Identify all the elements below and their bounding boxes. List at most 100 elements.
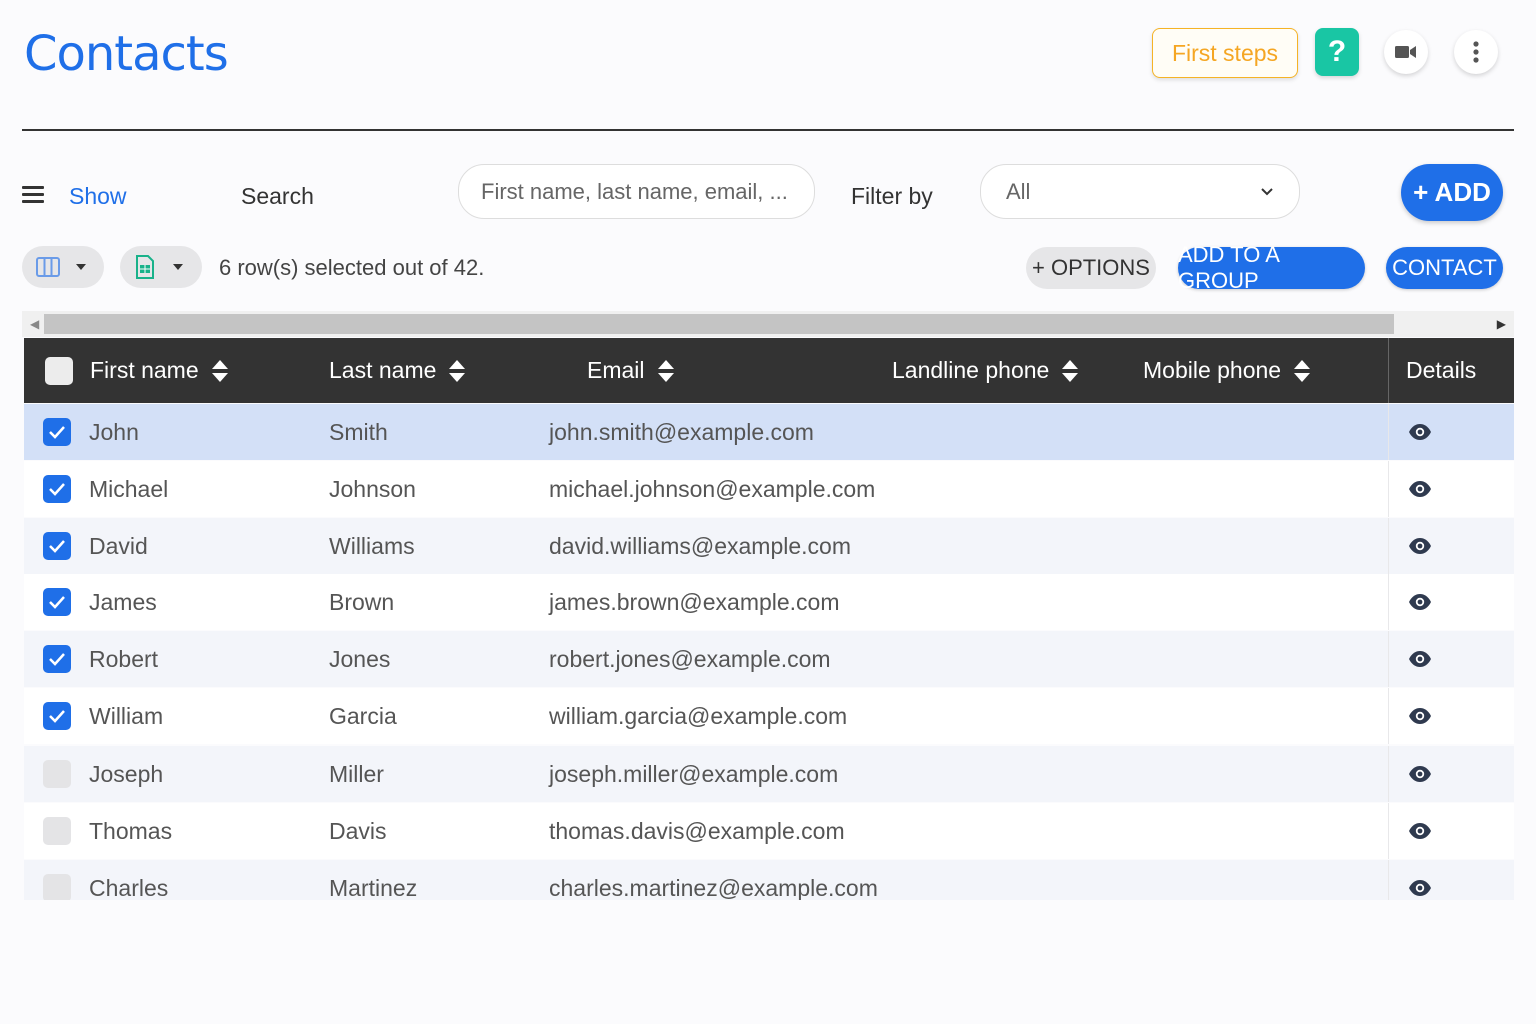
table-row[interactable]: Charles Martinez charles.martinez@example.… <box>24 860 1514 900</box>
row-checkbox[interactable] <box>43 418 71 446</box>
chevron-down-icon <box>1261 187 1273 195</box>
select-all-checkbox[interactable] <box>45 357 73 385</box>
menu-icon[interactable] <box>22 186 44 206</box>
check-icon <box>49 710 65 723</box>
table-row[interactable]: James Brown james.brown@example.com <box>24 574 1514 630</box>
help-button[interactable]: ? <box>1315 28 1359 76</box>
column-label: Email <box>587 357 645 383</box>
header-divider <box>22 129 1514 131</box>
table-row[interactable]: Robert Jones robert.jones@example.com <box>24 631 1514 687</box>
column-label: Mobile phone <box>1143 357 1282 383</box>
columns-icon <box>36 257 60 277</box>
video-camera-icon <box>1395 46 1416 58</box>
sort-icon <box>1062 359 1079 382</box>
cell-first-name: John <box>89 418 139 445</box>
row-checkbox[interactable] <box>43 645 71 673</box>
scrollbar-thumb[interactable] <box>44 314 1394 334</box>
caret-down-icon <box>173 264 183 270</box>
eye-icon[interactable] <box>1408 420 1432 444</box>
scroll-left-icon[interactable]: ◀ <box>30 317 39 331</box>
eye-icon[interactable] <box>1408 876 1432 900</box>
check-icon <box>49 540 65 553</box>
check-icon <box>49 426 65 439</box>
table-row[interactable]: David Williams david.williams@example.com <box>24 518 1514 574</box>
check-icon <box>49 596 65 609</box>
column-divider <box>1388 574 1389 630</box>
cell-last-name: Johnson <box>329 475 416 502</box>
more-vertical-icon <box>1473 41 1479 63</box>
cell-email: james.brown@example.com <box>549 588 840 615</box>
column-divider <box>1388 860 1389 900</box>
check-icon <box>49 653 65 666</box>
eye-icon[interactable] <box>1408 590 1432 614</box>
column-header-email[interactable]: Email <box>587 338 675 403</box>
search-label: Search <box>241 183 314 209</box>
column-divider <box>1388 803 1389 859</box>
column-divider <box>1388 404 1389 460</box>
row-checkbox[interactable] <box>43 475 71 503</box>
cell-first-name: David <box>89 532 148 559</box>
column-label: Last name <box>329 357 437 383</box>
cell-email: joseph.miller@example.com <box>549 760 839 787</box>
filter-select[interactable]: All <box>980 164 1300 219</box>
cell-first-name: Robert <box>89 645 159 672</box>
eye-icon[interactable] <box>1408 477 1432 501</box>
eye-icon[interactable] <box>1408 647 1432 671</box>
check-icon <box>49 483 65 496</box>
scroll-right-icon[interactable]: ▶ <box>1497 317 1506 331</box>
first-steps-button[interactable]: First steps <box>1152 28 1298 78</box>
column-divider <box>1388 338 1389 403</box>
row-checkbox[interactable] <box>43 588 71 616</box>
table-row[interactable]: John Smith john.smith@example.com <box>24 404 1514 460</box>
more-options-button[interactable] <box>1454 30 1498 74</box>
table-header: First name Last name Email Landline phon… <box>24 338 1514 403</box>
cell-email: william.garcia@example.com <box>549 702 848 729</box>
table-row[interactable]: William Garcia william.garcia@example.com <box>24 688 1514 744</box>
filter-label: Filter by <box>851 183 933 209</box>
cell-last-name: Jones <box>329 645 391 672</box>
sort-icon <box>211 359 228 382</box>
options-button[interactable]: + OPTIONS <box>1026 247 1156 289</box>
cell-first-name: Charles <box>89 874 169 901</box>
table-row[interactable]: Thomas Davis thomas.davis@example.com <box>24 803 1514 859</box>
sort-icon <box>657 359 674 382</box>
cell-last-name: Garcia <box>329 702 397 729</box>
add-button[interactable]: + ADD <box>1401 164 1503 221</box>
columns-dropdown[interactable] <box>22 246 104 288</box>
selection-count: 6 row(s) selected out of 42. <box>219 255 485 280</box>
table-row[interactable]: Michael Johnson michael.johnson@example.co… <box>24 461 1514 517</box>
column-header-details: Details <box>1406 338 1476 403</box>
cell-email: john.smith@example.com <box>549 418 814 445</box>
eye-icon[interactable] <box>1408 819 1432 843</box>
show-link[interactable]: Show <box>69 183 127 210</box>
search-input[interactable] <box>458 164 815 219</box>
column-divider <box>1388 746 1389 802</box>
column-label: Landline phone <box>892 357 1050 383</box>
row-checkbox[interactable] <box>43 817 71 845</box>
column-header-last-name[interactable]: Last name <box>329 338 466 403</box>
filter-select-value: All <box>1006 178 1031 204</box>
row-checkbox[interactable] <box>43 702 71 730</box>
column-label: Details <box>1406 357 1477 383</box>
eye-icon[interactable] <box>1408 704 1432 728</box>
cell-last-name: Smith <box>329 418 388 445</box>
eye-icon[interactable] <box>1408 762 1432 786</box>
cell-first-name: Thomas <box>89 817 173 844</box>
eye-icon[interactable] <box>1408 534 1432 558</box>
cell-email: david.williams@example.com <box>549 532 851 559</box>
export-dropdown[interactable] <box>120 246 202 288</box>
horizontal-scrollbar[interactable]: ◀ ▶ <box>22 311 1514 337</box>
row-checkbox[interactable] <box>43 760 71 788</box>
cell-last-name: Martinez <box>329 874 418 901</box>
video-button[interactable] <box>1384 30 1428 74</box>
add-to-group-button[interactable]: ADD TO A GROUP <box>1178 242 1365 293</box>
table-row[interactable]: Joseph Miller joseph.miller@example.com <box>24 746 1514 802</box>
row-checkbox[interactable] <box>43 532 71 560</box>
page-title: Contacts <box>24 26 229 82</box>
column-header-mobile-phone[interactable]: Mobile phone <box>1143 338 1311 403</box>
column-header-first-name[interactable]: First name <box>90 338 229 403</box>
column-header-landline-phone[interactable]: Landline phone <box>892 338 1079 403</box>
row-checkbox[interactable] <box>43 874 71 900</box>
spreadsheet-icon <box>136 255 154 279</box>
contact-button[interactable]: CONTACT <box>1386 247 1503 289</box>
